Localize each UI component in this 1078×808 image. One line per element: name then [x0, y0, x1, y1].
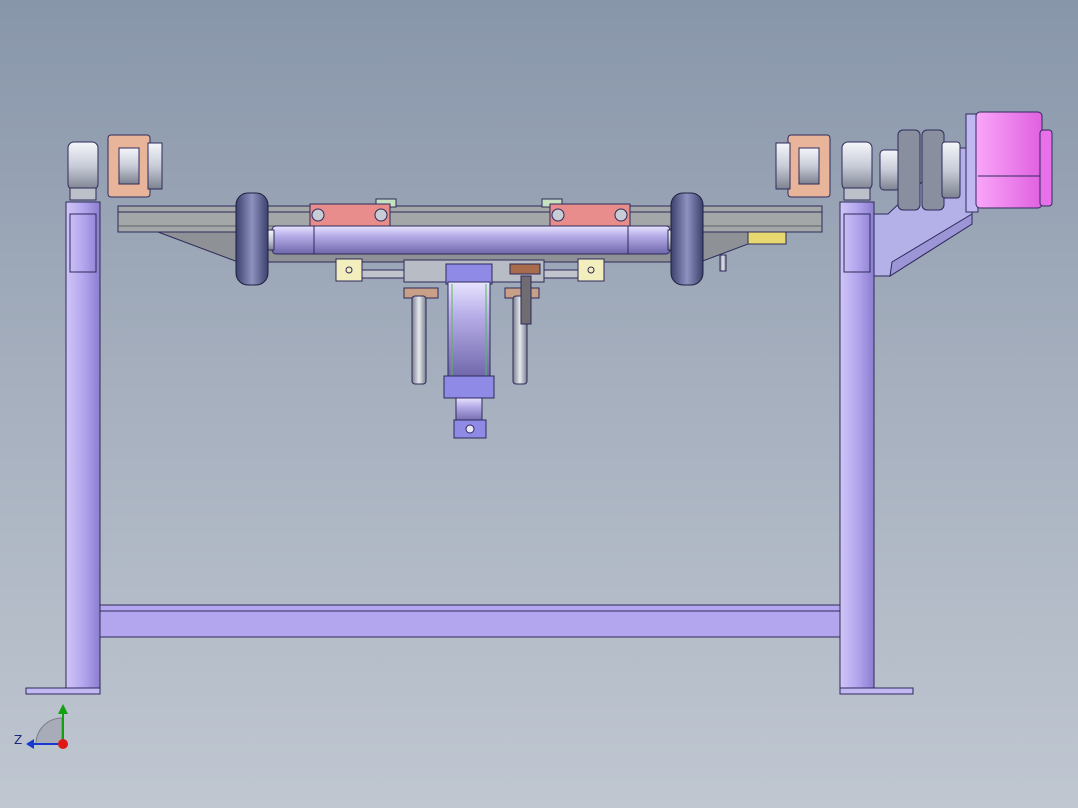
- left-foot-plate[interactable]: [25, 687, 101, 695]
- right-mount-tab[interactable]: [577, 258, 605, 282]
- coupling-disc-1[interactable]: [879, 149, 901, 191]
- sensor-bracket[interactable]: [747, 231, 787, 245]
- left-roller-assembly[interactable]: [67, 134, 163, 201]
- actuator-nut: [509, 263, 541, 275]
- right-foot-plate[interactable]: [839, 687, 914, 695]
- triad-z-arrow: [26, 739, 34, 749]
- triad-x-axis-dot: [58, 739, 68, 749]
- guide-rod-left[interactable]: [411, 295, 427, 385]
- cad-viewport[interactable]: Z: [0, 0, 1078, 808]
- clamp-bolt: [551, 208, 565, 222]
- left-roller-collar: [69, 187, 97, 201]
- cylinder-head[interactable]: [445, 263, 493, 285]
- right-bracket-slot: [798, 147, 820, 185]
- coordinate-triad: Z: [14, 704, 68, 749]
- coupling-hub: [941, 141, 961, 199]
- motor-end-cap: [1039, 129, 1053, 207]
- right-post[interactable]: [839, 201, 875, 691]
- left-post[interactable]: [65, 201, 101, 691]
- drive-motor[interactable]: [975, 111, 1043, 209]
- coupling-disc-3[interactable]: [921, 129, 945, 211]
- clamp-bolt: [374, 208, 388, 222]
- left-bracket-slot: [118, 147, 140, 185]
- clevis-pin-hole: [465, 424, 475, 434]
- lower-cross-brace[interactable]: [99, 604, 841, 638]
- triad-arc: [35, 717, 63, 745]
- piston-rod[interactable]: [455, 397, 483, 423]
- motor-drive-assembly[interactable]: [873, 111, 1053, 278]
- left-wheel[interactable]: [235, 192, 269, 286]
- right-roller[interactable]: [841, 141, 873, 191]
- coupling-disc-2[interactable]: [897, 129, 921, 211]
- clamp-bolt: [311, 208, 325, 222]
- cylinder-barrel[interactable]: [447, 281, 491, 379]
- horizontal-tube[interactable]: [271, 225, 671, 255]
- left-mount-tab[interactable]: [335, 258, 363, 282]
- lift-cylinder-assembly[interactable]: [361, 259, 579, 439]
- right-roller-assembly[interactable]: [775, 134, 873, 201]
- cylinder-base[interactable]: [443, 375, 495, 399]
- clamp-bolt: [614, 208, 628, 222]
- actuator-rod[interactable]: [520, 275, 532, 325]
- left-roller[interactable]: [67, 141, 99, 191]
- sensor-stem: [719, 254, 727, 272]
- triad-z-label: Z: [14, 733, 22, 747]
- right-roller-collar: [843, 187, 871, 201]
- right-wheel[interactable]: [670, 192, 704, 286]
- triad-y-arrow: [58, 704, 68, 714]
- right-bracket-cap: [775, 142, 791, 190]
- left-bracket-cap: [147, 142, 163, 190]
